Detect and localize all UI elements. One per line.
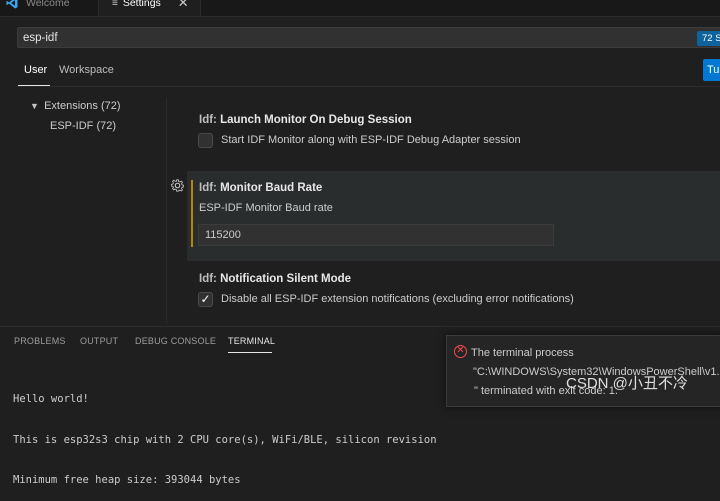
setting-category: Idf: — [199, 114, 221, 126]
scope-tab-workspace[interactable]: Workspace — [59, 64, 114, 76]
scope-divider — [17, 86, 720, 87]
setting-name: Monitor Baud Rate — [220, 182, 323, 194]
chevron-down-icon: ▼ — [30, 101, 39, 111]
setting-category: Idf: — [199, 182, 221, 194]
setting-title-monitor-baud-rate: Idf: Monitor Baud Rate — [199, 182, 322, 194]
launch-monitor-checkbox-label: Start IDF Monitor along with ESP-IDF Deb… — [221, 134, 521, 146]
toc-espidf-label: ESP-IDF — [50, 120, 94, 132]
terminal-line: Minimum free heap size: 393044 bytes — [13, 474, 241, 486]
notification-silent-checkbox-label: Disable all ESP-IDF extension notificati… — [221, 293, 574, 305]
monitor-baud-rate-description: ESP-IDF Monitor Baud rate — [199, 202, 333, 214]
tab-settings[interactable]: ≡ Settings ✕ — [99, 0, 201, 16]
setting-title-notification-silent-mode: Idf: Notification Silent Mode — [199, 273, 351, 285]
launch-monitor-checkbox[interactable] — [198, 133, 213, 148]
csdn-watermark: CSDN @小丑不冷 — [566, 375, 688, 392]
monitor-baud-rate-field[interactable] — [198, 224, 554, 246]
close-icon[interactable]: ✕ — [178, 0, 189, 11]
gear-icon[interactable] — [171, 179, 184, 192]
panel-tab-problems[interactable]: PROBLEMS — [14, 336, 66, 346]
toc-extensions-label: Extensions — [44, 100, 98, 112]
toc-item-espidf[interactable]: ESP-IDF (72) — [50, 120, 116, 132]
scope-tab-user[interactable]: User — [24, 64, 47, 76]
setting-category: Idf: — [199, 273, 221, 285]
focus-indicator — [191, 180, 193, 247]
search-result-count-badge: 72 Se — [697, 31, 720, 46]
setting-name: Notification Silent Mode — [220, 273, 352, 285]
vscode-logo-icon — [6, 0, 18, 9]
editor-tab-strip: Welcome ≡ Settings ✕ — [0, 0, 720, 17]
notification-silent-checkbox[interactable]: ✓ — [198, 292, 213, 307]
settings-search-box[interactable] — [17, 27, 720, 48]
notification-title: The terminal process — [471, 347, 574, 359]
active-panel-tab-indicator — [228, 352, 272, 353]
panel-tab-terminal[interactable]: TERMINAL — [228, 336, 275, 346]
panel-tab-debug-console[interactable]: DEBUG CONSOLE — [135, 336, 216, 346]
toc-item-extensions[interactable]: ▼ Extensions (72) — [30, 100, 121, 112]
setting-name: Launch Monitor On Debug Session — [220, 114, 412, 126]
panel-tab-output[interactable]: OUTPUT — [80, 336, 118, 346]
monitor-baud-rate-input[interactable] — [205, 227, 545, 243]
settings-search-input[interactable] — [23, 29, 683, 46]
terminal-output[interactable]: Hello world! This is esp32s3 chip with 2… — [13, 366, 437, 501]
settings-tab-icon: ≡ — [112, 0, 118, 9]
toc-extensions-count: (72) — [100, 100, 121, 112]
terminal-line: This is esp32s3 chip with 2 CPU core(s),… — [13, 433, 437, 446]
toc-divider — [166, 98, 167, 323]
terminal-line: Hello world! — [13, 393, 89, 405]
tab-welcome-label: Welcome — [26, 0, 70, 9]
panel-top-border — [0, 326, 720, 327]
tab-welcome[interactable]: Welcome — [0, 0, 99, 16]
turn-on-sync-button[interactable]: Tu — [703, 59, 720, 81]
setting-title-launch-monitor: Idf: Launch Monitor On Debug Session — [199, 114, 412, 126]
error-icon: ✕ — [454, 345, 467, 358]
toc-espidf-count: (72) — [96, 120, 117, 132]
tab-settings-label: Settings — [122, 0, 161, 9]
